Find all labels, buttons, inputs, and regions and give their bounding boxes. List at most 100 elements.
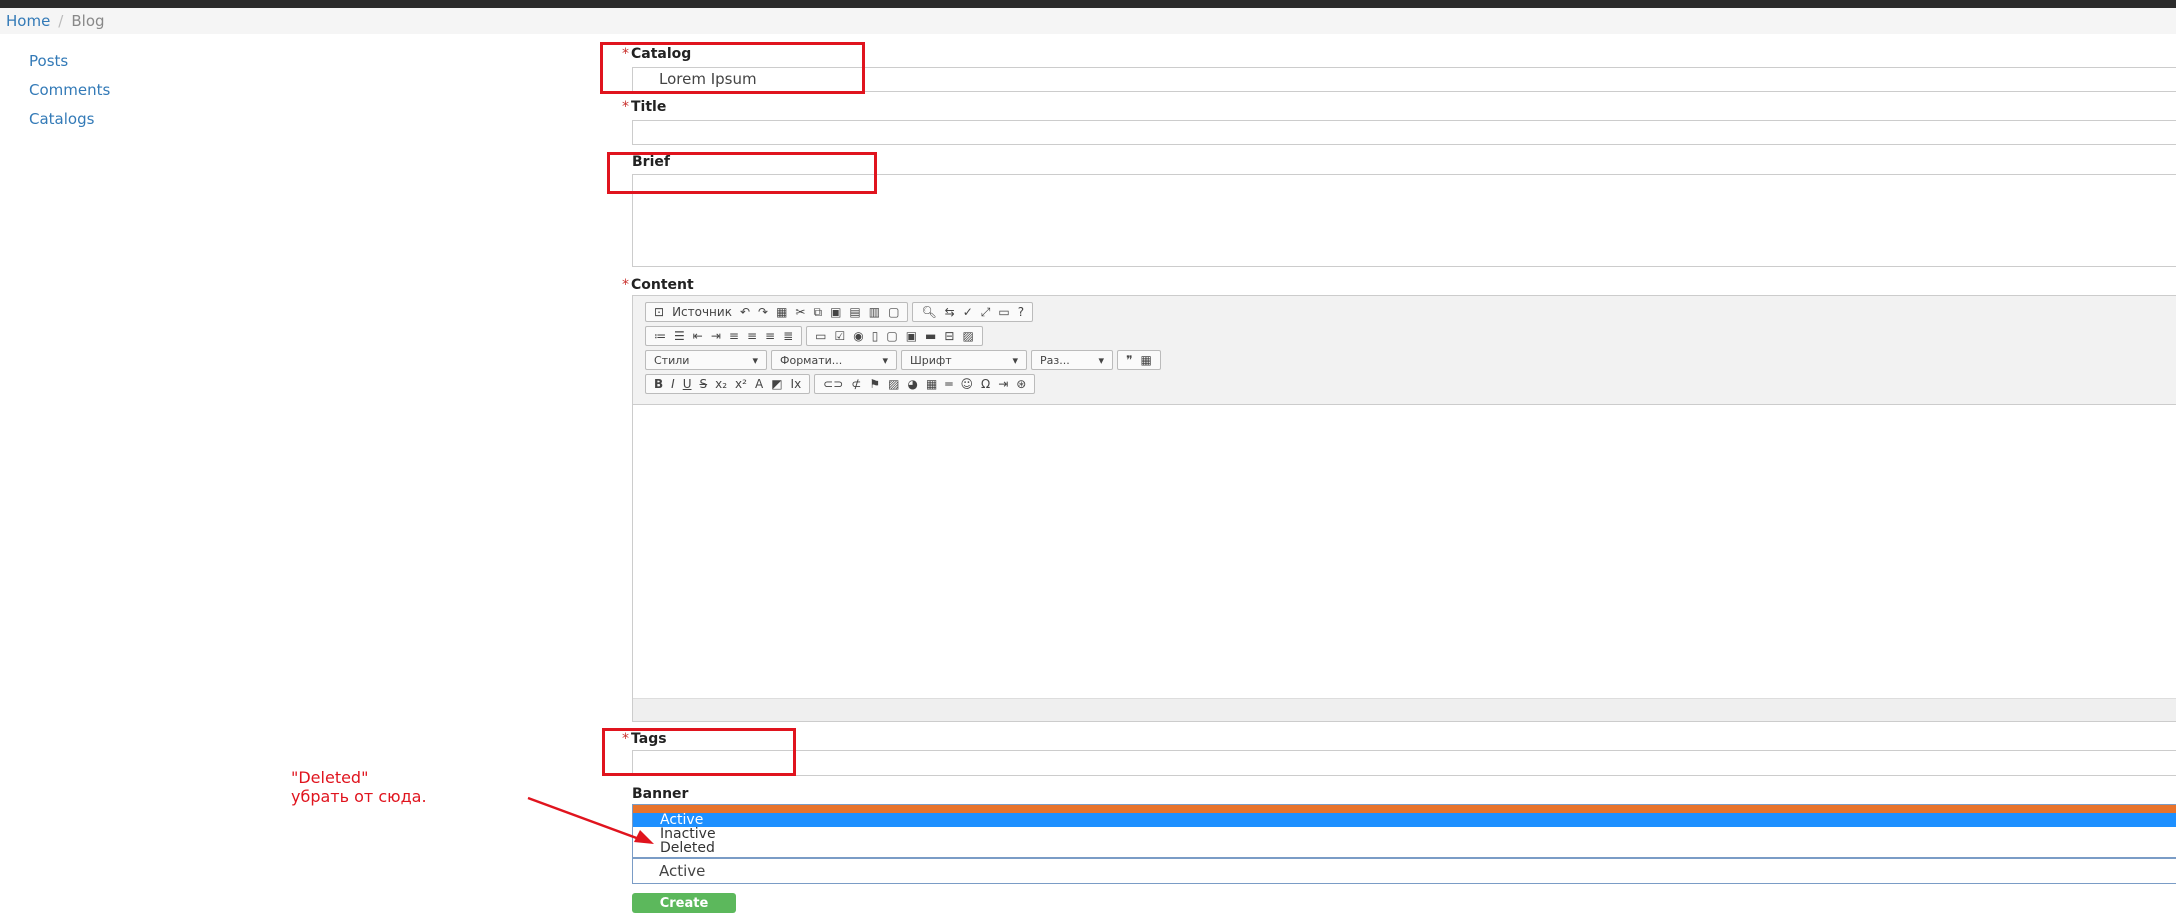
chevron-down-icon: ▾ xyxy=(752,353,758,367)
annotation-line-1: "Deleted" xyxy=(291,768,369,787)
subscript-icon[interactable]: x₂ xyxy=(715,375,727,393)
hidden-field-icon[interactable]: ▨ xyxy=(962,327,973,345)
preview-icon[interactable]: ▢ xyxy=(888,303,899,321)
template-icon[interactable]: ▦ xyxy=(776,303,787,321)
superscript-icon[interactable]: x² xyxy=(735,375,747,393)
paste-word-icon[interactable]: ▥ xyxy=(869,303,880,321)
flash-icon[interactable]: ◕ xyxy=(907,375,917,393)
chevron-down-icon: ▾ xyxy=(882,353,888,367)
anchor-icon[interactable]: ⚑ xyxy=(869,375,880,393)
top-bar xyxy=(0,0,2176,8)
annotation-note: "Deleted" убрать от сюда. xyxy=(291,768,427,806)
option-active[interactable]: Active xyxy=(633,813,2176,827)
remove-format-icon[interactable]: Ix xyxy=(791,375,802,393)
cut-icon[interactable]: ✂ xyxy=(795,303,805,321)
toolbar-group-basicstyles: B I U S x₂ x² A ◩ Ix xyxy=(645,374,811,394)
title-input[interactable] xyxy=(632,120,2176,145)
banner-options-list[interactable]: Active Inactive Deleted xyxy=(632,804,2176,858)
form-icon[interactable]: ▭ xyxy=(815,327,826,345)
tags-input[interactable] xyxy=(632,750,2176,776)
show-blocks-icon[interactable]: ▭ xyxy=(998,303,1009,321)
content-editor[interactable]: ⊡ Источник ↶ ↷ ▦ ✂ ⧉ ▣ ▤ ▥ ▢ 🔍︎ ⇆ ✓ ⤢ ▭ … xyxy=(632,295,2176,722)
image-button-icon[interactable]: ⊟ xyxy=(944,327,954,345)
link-icon[interactable]: ⊂⊃ xyxy=(823,375,843,393)
create-button[interactable]: Create xyxy=(632,893,736,913)
styles-dropdown[interactable]: Стили ▾ xyxy=(645,350,767,370)
editor-statusbar xyxy=(633,698,2176,721)
background-color-icon[interactable]: ◩ xyxy=(771,375,782,393)
banner-value: Active xyxy=(659,862,706,880)
smiley-icon[interactable]: ☺ xyxy=(961,375,974,393)
italic-icon[interactable]: I xyxy=(671,375,675,393)
iframe-icon[interactable]: ⊛ xyxy=(1016,375,1026,393)
copy-icon[interactable]: ⧉ xyxy=(813,303,822,321)
textfield-icon[interactable]: ▯ xyxy=(872,327,879,345)
outdent-icon[interactable]: ⇤ xyxy=(693,327,703,345)
option-deleted[interactable]: Deleted xyxy=(633,841,2176,855)
content-label-text: Content xyxy=(631,277,694,293)
image-icon[interactable]: ▨ xyxy=(888,375,899,393)
radio-icon[interactable]: ◉ xyxy=(853,327,863,345)
source-button[interactable]: Источник xyxy=(672,303,732,321)
checkbox-icon[interactable]: ☑ xyxy=(834,327,845,345)
styles-label: Стили xyxy=(654,353,690,367)
breadcrumb-home[interactable]: Home xyxy=(6,12,50,30)
align-center-icon[interactable]: ≡ xyxy=(747,327,757,345)
option-inactive[interactable]: Inactive xyxy=(633,827,2176,841)
format-label: Формати... xyxy=(780,353,843,367)
toolbar-group-forms: ▭ ☑ ◉ ▯ ▢ ▣ ▬ ⊟ ▨ xyxy=(806,326,983,346)
source-icon[interactable]: ⊡ xyxy=(654,303,664,321)
align-right-icon[interactable]: ≡ xyxy=(765,327,775,345)
align-left-icon[interactable]: ≡ xyxy=(729,327,739,345)
sidebar: Posts Comments Catalogs xyxy=(29,52,110,139)
undo-icon[interactable]: ↶ xyxy=(740,303,750,321)
breadcrumb: Home / Blog xyxy=(0,8,2176,34)
editor-toolbar: ⊡ Источник ↶ ↷ ▦ ✂ ⧉ ▣ ▤ ▥ ▢ 🔍︎ ⇆ ✓ ⤢ ▭ … xyxy=(633,296,2176,405)
textarea-icon[interactable]: ▢ xyxy=(886,327,897,345)
annotation-arrow-icon xyxy=(527,796,654,844)
table-icon[interactable]: ▦ xyxy=(926,375,937,393)
title-label-text: Title xyxy=(631,99,667,115)
font-dropdown[interactable]: Шрифт ▾ xyxy=(901,350,1027,370)
replace-icon[interactable]: ⇆ xyxy=(945,303,955,321)
blockquote-icon[interactable]: ❞ xyxy=(1126,351,1132,369)
indent-icon[interactable]: ⇥ xyxy=(711,327,721,345)
breadcrumb-current: Blog xyxy=(71,12,105,30)
font-label: Шрифт xyxy=(910,353,952,367)
sidebar-item-comments[interactable]: Comments xyxy=(29,81,110,99)
toolbar-group-blocks: ❞ ▦ xyxy=(1117,350,1161,370)
paste-icon[interactable]: ▣ xyxy=(830,303,841,321)
bulleted-list-icon[interactable]: ☰ xyxy=(674,327,685,345)
text-color-icon[interactable]: A xyxy=(755,375,763,393)
size-dropdown[interactable]: Раз... ▾ xyxy=(1031,350,1113,370)
select-icon[interactable]: ▣ xyxy=(906,327,917,345)
horizontal-rule-icon[interactable]: ═ xyxy=(945,375,952,393)
search-icon[interactable]: 🔍︎ xyxy=(921,303,936,321)
content-label: * Content xyxy=(622,277,694,293)
toolbar-group-tools: 🔍︎ ⇆ ✓ ⤢ ▭ ? xyxy=(912,302,1034,322)
page-break-icon[interactable]: ⇥ xyxy=(998,375,1008,393)
help-icon[interactable]: ? xyxy=(1018,303,1024,321)
sidebar-item-posts[interactable]: Posts xyxy=(29,52,110,70)
bold-icon[interactable]: B xyxy=(654,375,663,393)
underline-icon[interactable]: U xyxy=(683,375,692,393)
format-dropdown[interactable]: Формати... ▾ xyxy=(771,350,897,370)
button-icon[interactable]: ▬ xyxy=(925,327,936,345)
paste-text-icon[interactable]: ▤ xyxy=(849,303,860,321)
spellcheck-icon[interactable]: ✓ xyxy=(963,303,973,321)
banner-select[interactable]: Active xyxy=(632,858,2176,884)
required-mark: * xyxy=(622,277,629,293)
unlink-icon[interactable]: ⊄ xyxy=(851,375,861,393)
strikethrough-icon[interactable]: S xyxy=(700,375,708,393)
size-label: Раз... xyxy=(1040,353,1070,367)
sidebar-item-catalogs[interactable]: Catalogs xyxy=(29,110,110,128)
toolbar-group-insert: ⊂⊃ ⊄ ⚑ ▨ ◕ ▦ ═ ☺ Ω ⇥ ⊛ xyxy=(814,374,1036,394)
numbered-list-icon[interactable]: ≔ xyxy=(654,327,666,345)
breadcrumb-separator: / xyxy=(58,12,64,30)
creatediv-icon[interactable]: ▦ xyxy=(1140,351,1151,369)
align-justify-icon[interactable]: ≣ xyxy=(783,327,793,345)
annotation-line-2: убрать от сюда. xyxy=(291,787,427,806)
special-char-icon[interactable]: Ω xyxy=(981,375,990,393)
maximize-icon[interactable]: ⤢ xyxy=(981,303,991,321)
redo-icon[interactable]: ↷ xyxy=(758,303,768,321)
